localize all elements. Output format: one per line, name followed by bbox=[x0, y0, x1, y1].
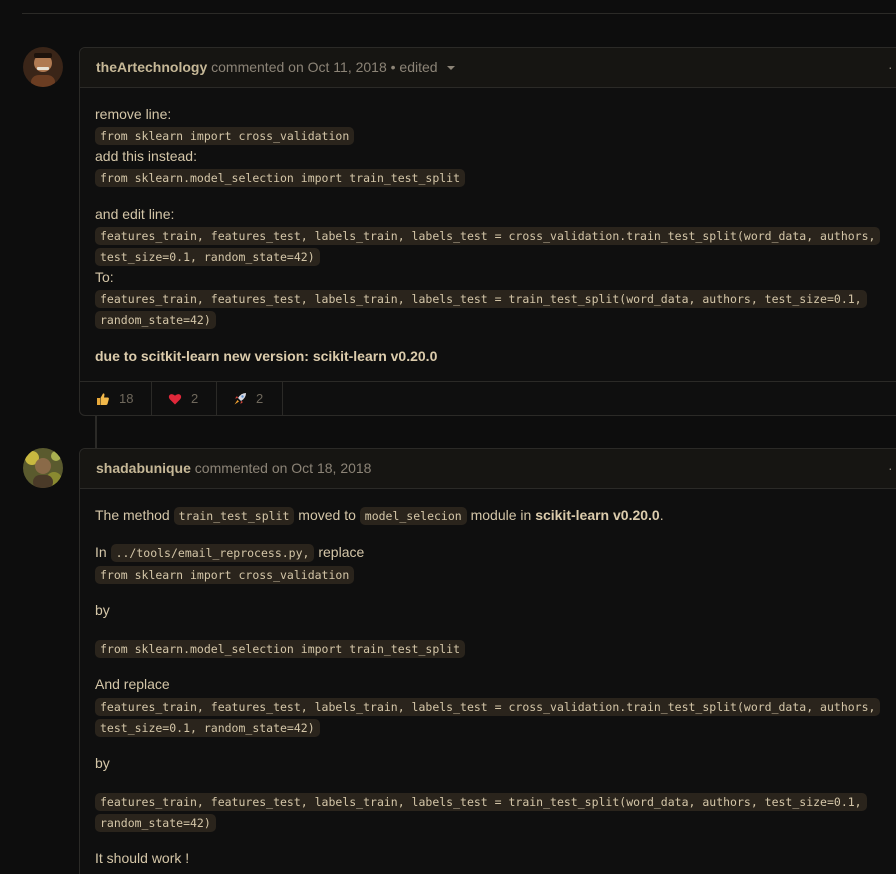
code-snippet: random_state=42) bbox=[95, 311, 216, 329]
chevron-down-icon[interactable] bbox=[446, 66, 455, 71]
heart-icon bbox=[168, 393, 182, 405]
avatar[interactable] bbox=[23, 47, 63, 87]
reaction-thumbs-up[interactable]: 18 bbox=[80, 382, 152, 416]
comment-author[interactable]: shadabunique bbox=[96, 460, 191, 476]
code-snippet: from sklearn import cross_validation bbox=[95, 127, 355, 145]
comment-author[interactable]: theArtechnology bbox=[96, 59, 207, 75]
timeline-connector bbox=[95, 415, 97, 448]
code-snippet: from sklearn.model_selection import trai… bbox=[95, 640, 466, 658]
reaction-heart[interactable]: 2 bbox=[152, 382, 217, 416]
text-fragment: moved to bbox=[298, 507, 356, 523]
code-snippet: ../tools/email_reprocess.py, bbox=[110, 544, 315, 562]
text-line: remove line: bbox=[95, 106, 172, 122]
code-snippet: train_test_split bbox=[173, 507, 295, 525]
code-snippet: features_train, features_test, labels_tr… bbox=[95, 793, 867, 811]
more-options-icon[interactable]: · bbox=[888, 48, 893, 87]
comment-header: theArtechnology commented on Oct 11, 201… bbox=[80, 48, 896, 88]
text-line: by bbox=[95, 602, 110, 618]
text-fragment: replace bbox=[318, 544, 365, 560]
text-fragment: . bbox=[659, 507, 664, 523]
code-snippet: features_train, features_test, labels_tr… bbox=[95, 290, 867, 308]
code-snippet: test_size=0.1, random_state=42) bbox=[95, 719, 320, 737]
text-fragment: module in bbox=[470, 507, 532, 523]
text-line: The method train_test_split moved to mod… bbox=[95, 507, 664, 525]
text-line: It should work ! bbox=[95, 850, 190, 866]
reaction-count: 2 bbox=[191, 391, 199, 406]
reaction-rocket[interactable]: 2 bbox=[217, 382, 283, 416]
top-divider bbox=[22, 13, 896, 14]
reaction-count: 2 bbox=[256, 391, 264, 406]
comment-header: shadabunique commented on Oct 18, 2018 · bbox=[80, 449, 896, 489]
code-snippet: random_state=42) bbox=[95, 814, 216, 832]
text-line: due to scitkit-learn new version: scikit… bbox=[95, 348, 438, 364]
code-snippet: features_train, features_test, labels_tr… bbox=[95, 227, 881, 245]
comment-meta: commented on Oct 18, 2018 bbox=[194, 460, 372, 476]
code-snippet: test_size=0.1, random_state=42) bbox=[95, 248, 320, 266]
comment-meta: commented on Oct 11, 2018 • edited bbox=[211, 59, 438, 75]
code-snippet: from sklearn import cross_validation bbox=[95, 566, 355, 584]
text-fragment: In bbox=[95, 544, 107, 560]
code-snippet: from sklearn.model_selection import trai… bbox=[95, 169, 466, 187]
thumbs-up-icon bbox=[97, 392, 109, 405]
text-line: add this instead: bbox=[95, 148, 197, 164]
more-options-icon[interactable]: · bbox=[888, 449, 893, 488]
reactions-bar: 18 2 2 bbox=[80, 381, 896, 416]
code-snippet: model_selecion bbox=[359, 507, 467, 525]
text-line: In ../tools/email_reprocess.py, replace bbox=[95, 544, 365, 562]
comment-card: shadabunique commented on Oct 18, 2018 ·… bbox=[79, 448, 896, 874]
text-fragment: scikit-learn v0.20.0 bbox=[535, 507, 660, 523]
avatar[interactable] bbox=[23, 448, 63, 488]
reaction-count: 18 bbox=[119, 391, 134, 406]
text-line: To: bbox=[95, 269, 114, 285]
text-line: And replace bbox=[95, 676, 170, 692]
text-line: and edit line: bbox=[95, 206, 175, 222]
code-snippet: features_train, features_test, labels_tr… bbox=[95, 698, 881, 716]
text-fragment: The method bbox=[95, 507, 170, 523]
text-line: by bbox=[95, 755, 110, 771]
rocket-icon bbox=[234, 392, 246, 405]
comment-card: theArtechnology commented on Oct 11, 201… bbox=[79, 47, 896, 416]
